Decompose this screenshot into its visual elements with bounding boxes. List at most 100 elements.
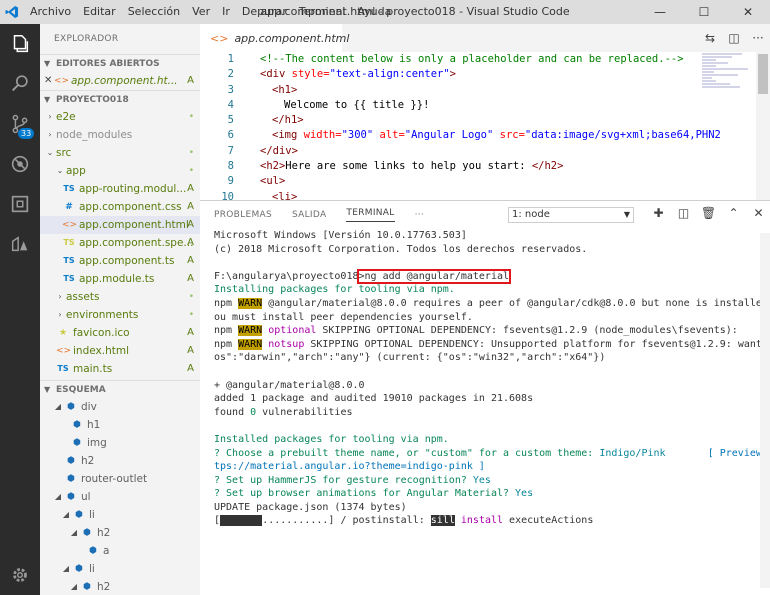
tree-item-assets[interactable]: › assets •: [40, 288, 200, 306]
remote-explorer-icon: [11, 236, 28, 252]
title-bar: Archivo Editar Selección Ver Ir Depurar …: [0, 0, 770, 24]
vscode-logo-icon: [0, 0, 24, 24]
tab-app-component-html[interactable]: <> app.component.html: [200, 24, 349, 52]
tree-item-app[interactable]: ⌄ app •: [40, 162, 200, 180]
panel-actions: ✚ ◫ 🗑 ⌃ ✕: [646, 206, 770, 220]
outline-item-a[interactable]: ⬢ a: [40, 542, 200, 560]
menu-ver[interactable]: Ver: [186, 0, 216, 24]
trash-icon[interactable]: 🗑: [696, 206, 721, 220]
tree-item-favicon[interactable]: ★ favicon.ico A: [40, 324, 200, 342]
element-cube-icon: ⬢: [67, 474, 75, 484]
close-icon[interactable]: ✕: [726, 0, 770, 24]
open-changes-icon[interactable]: ⇆: [698, 31, 722, 45]
tree-item-src[interactable]: ⌄ src •: [40, 144, 200, 162]
new-terminal-icon[interactable]: ✚: [646, 206, 671, 220]
menu-bar: Archivo Editar Selección Ver Ir Depurar …: [24, 0, 397, 24]
tree-item-node-modules[interactable]: › node_modules: [40, 126, 200, 144]
extensions-button[interactable]: [0, 184, 40, 224]
chevron-down-icon: ▼: [44, 58, 51, 68]
outline-item-li[interactable]: ◢ ⬢ li: [40, 506, 200, 524]
outline-item-h2[interactable]: ◢ ⬢ h2: [40, 578, 200, 595]
typescript-file-icon: TS: [63, 274, 75, 283]
explorer-button[interactable]: [0, 24, 40, 64]
tab-output[interactable]: SALIDA: [292, 210, 326, 220]
explorer-sidebar: EXPLORADOR ▼ EDITORES ABIERTOS ✕ <> app.…: [40, 24, 200, 595]
code-line: 3 <h1>: [227, 83, 298, 96]
html-file-icon: <>: [54, 76, 70, 86]
open-editor-item[interactable]: ✕ <> app.component.ht... A: [40, 72, 200, 90]
bottom-panel: PROBLEMAS SALIDA TERMINAL ··· 1: node ▼ …: [200, 200, 770, 595]
tree-item-app-component-spec[interactable]: TS app.component.spe... A: [40, 234, 200, 252]
element-cube-icon: ⬢: [75, 564, 83, 574]
element-cube-icon: ⬢: [73, 438, 81, 448]
project-header[interactable]: ▼ PROYECTO018: [40, 90, 200, 108]
files-icon: [13, 35, 29, 53]
outline-item-li[interactable]: ◢ ⬢ li: [40, 560, 200, 578]
tree-item-app-module-ts[interactable]: TS app.module.ts A: [40, 270, 200, 288]
tree-item-app-component-ts[interactable]: TS app.component.ts A: [40, 252, 200, 270]
window-controls: — ☐ ✕: [638, 0, 770, 24]
tab-terminal[interactable]: TERMINAL: [346, 208, 395, 222]
close-icon[interactable]: ✕: [40, 72, 54, 90]
tree-item-index-html[interactable]: <> index.html A: [40, 342, 200, 360]
chevron-down-icon: ▼: [44, 94, 51, 104]
menu-ir[interactable]: Ir: [216, 0, 236, 24]
tree-item-e2e[interactable]: › e2e •: [40, 108, 200, 126]
more-tabs-icon[interactable]: ···: [415, 210, 424, 220]
debug-icon: [11, 155, 29, 173]
tree-item-app-component-html[interactable]: <> app.component.html A: [40, 216, 200, 234]
remote-explorer-button[interactable]: [0, 224, 40, 264]
menu-archivo[interactable]: Archivo: [24, 0, 77, 24]
outline-item-div[interactable]: ◢ ⬢ div: [40, 398, 200, 416]
outline-item-router-outlet[interactable]: ⬢ router-outlet: [40, 470, 200, 488]
tree-item-app-routing-module[interactable]: TS app-routing.modul... A: [40, 180, 200, 198]
tree-item-app-component-css[interactable]: # app.component.css A: [40, 198, 200, 216]
tree-item-environments[interactable]: › environments •: [40, 306, 200, 324]
split-terminal-icon[interactable]: ◫: [671, 206, 696, 220]
tab-problems[interactable]: PROBLEMAS: [214, 210, 272, 220]
chevron-down-icon: ◢: [70, 582, 78, 591]
outline-item-h2[interactable]: ⬢ h2: [40, 452, 200, 470]
split-editor-icon[interactable]: ◫: [722, 31, 746, 45]
gear-icon: [13, 568, 27, 582]
source-control-button[interactable]: 33: [0, 104, 40, 144]
element-cube-icon: ⬢: [83, 582, 91, 592]
minimize-icon[interactable]: —: [638, 0, 682, 24]
outline-item-h1[interactable]: ⬢ h1: [40, 416, 200, 434]
outline-header[interactable]: ▼ ESQUEMA: [40, 380, 200, 398]
editor-tab-bar: <> app.component.html ⇆ ◫ ···: [200, 24, 770, 52]
menu-depurar[interactable]: Depurar: [236, 0, 293, 24]
menu-terminal[interactable]: Terminal: [293, 0, 352, 24]
outline-item-img[interactable]: ⬢ img: [40, 434, 200, 452]
outline-item-ul[interactable]: ◢ ⬢ ul: [40, 488, 200, 506]
open-editors-header[interactable]: ▼ EDITORES ABIERTOS: [40, 54, 200, 72]
terminal-output[interactable]: Microsoft Windows [Versión 10.0.17763.50…: [214, 229, 770, 528]
debug-button[interactable]: [0, 144, 40, 184]
close-icon[interactable]: ✕: [746, 206, 770, 220]
element-cube-icon: ⬢: [73, 420, 81, 430]
terminal-select[interactable]: 1: node ▼: [508, 207, 634, 223]
minimap[interactable]: [702, 52, 748, 200]
code-editor[interactable]: 1 <!--The content below is only a placeh…: [200, 52, 770, 200]
element-cube-icon: ⬢: [89, 546, 97, 556]
typescript-file-icon: TS: [63, 238, 75, 247]
chevron-down-icon: ⌄: [56, 166, 64, 175]
html-file-icon: <>: [62, 220, 78, 230]
tree-item-main-ts[interactable]: TS main.ts A: [40, 360, 200, 378]
chevron-down-icon: ◢: [62, 510, 70, 519]
element-cube-icon: ⬢: [67, 456, 75, 466]
menu-editar[interactable]: Editar: [77, 0, 122, 24]
more-actions-icon[interactable]: ···: [746, 31, 770, 45]
search-button[interactable]: [0, 64, 40, 104]
editor-scrollbar[interactable]: [756, 52, 770, 200]
maximize-icon[interactable]: ☐: [682, 0, 726, 24]
css-file-icon: #: [65, 202, 73, 212]
outline-item-h2[interactable]: ◢ ⬢ h2: [40, 524, 200, 542]
chevron-down-icon: ▼: [44, 384, 51, 394]
menu-ayuda[interactable]: Ayuda: [351, 0, 397, 24]
settings-button[interactable]: [0, 555, 40, 595]
terminal-scrollbar[interactable]: [760, 233, 770, 588]
chevron-down-icon: ◢: [54, 402, 62, 411]
chevron-up-icon[interactable]: ⌃: [721, 206, 746, 220]
menu-seleccion[interactable]: Selección: [122, 0, 186, 24]
